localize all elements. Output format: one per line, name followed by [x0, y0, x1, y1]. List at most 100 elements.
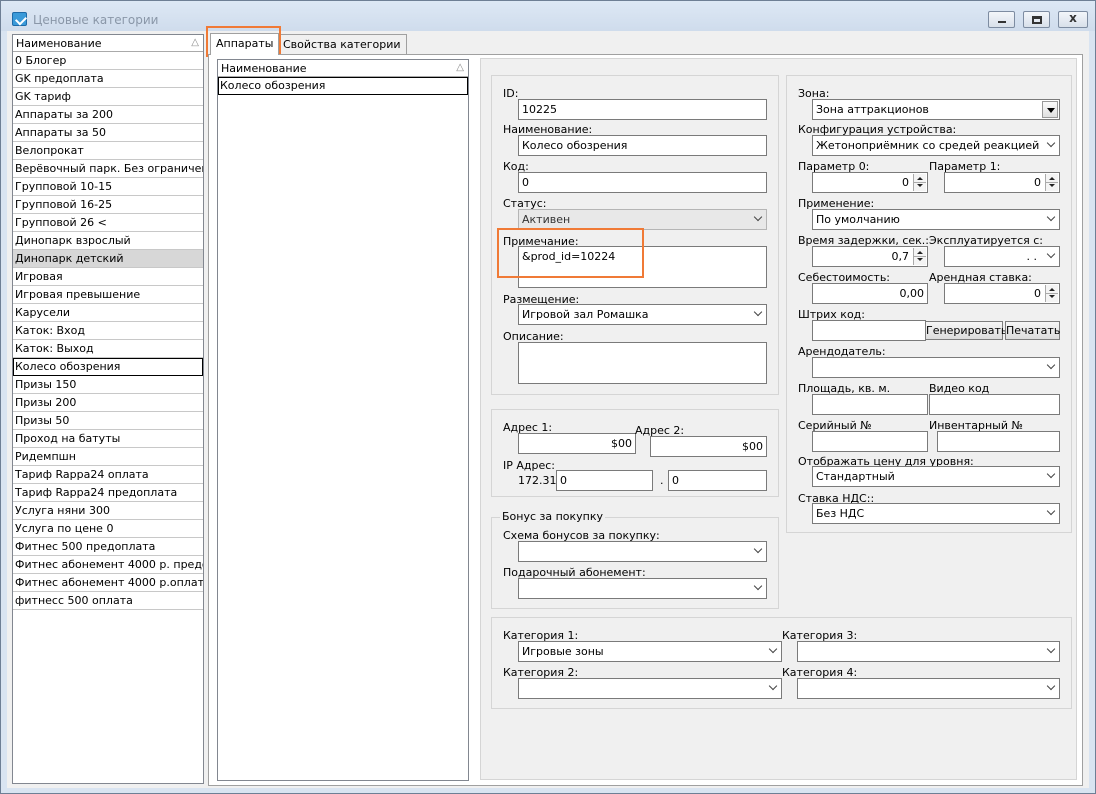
id-field[interactable]: 10225 [518, 99, 767, 120]
list-item[interactable]: Тариф Rappa24 предоплата [13, 484, 203, 502]
list-header[interactable]: Наименование △ [13, 35, 203, 52]
list-item[interactable]: Аппараты за 200 [13, 106, 203, 124]
spin-buttons-icon[interactable] [913, 174, 926, 191]
list-item[interactable]: Динопарк взрослый [13, 232, 203, 250]
description-field[interactable] [518, 342, 767, 384]
param0-value: 0 [902, 176, 909, 189]
minimize-button[interactable] [988, 11, 1015, 28]
list-item[interactable]: Фитнес абонемент 4000 р. предопл. [13, 556, 203, 574]
dropdown-arrow-icon [1042, 101, 1058, 118]
cost-field[interactable]: 0,00 [812, 283, 928, 304]
vat-value: Без НДС [816, 507, 865, 520]
usage-select[interactable]: По умолчанию [812, 209, 1060, 230]
vat-select[interactable]: Без НДС [812, 503, 1060, 524]
price-level-select[interactable]: Стандартный [812, 466, 1060, 487]
ip-part4-field[interactable]: 0 [668, 470, 767, 491]
note-highlight-box [497, 228, 644, 278]
chevron-down-icon [753, 544, 763, 554]
list-item[interactable]: Верёвочный парк. Без ограничения [13, 160, 203, 178]
sort-ascending-icon: △ [191, 37, 199, 48]
list-item[interactable]: GK предоплата [13, 70, 203, 88]
maximize-icon [1032, 16, 1042, 24]
list-item[interactable]: Тариф Rappa24 оплата [13, 466, 203, 484]
generate-button[interactable]: Генерировать [925, 321, 1007, 340]
list-item[interactable]: Призы 200 [13, 394, 203, 412]
list-item[interactable]: GK тариф [13, 88, 203, 106]
chevron-down-icon [1046, 138, 1056, 148]
serial-field[interactable] [812, 431, 928, 452]
list-item[interactable]: Услуга няни 300 [13, 502, 203, 520]
usage-value: По умолчанию [816, 213, 900, 226]
addr2-field[interactable]: $00 [650, 436, 767, 457]
list-item[interactable]: Колесо обозрения [218, 77, 468, 95]
tab-apparaty[interactable]: Аппараты [210, 33, 280, 55]
zone-select[interactable]: Зона аттракционов [812, 99, 1060, 120]
list-item[interactable]: Ридемпшн [13, 448, 203, 466]
maximize-button[interactable] [1023, 11, 1050, 28]
list-item[interactable]: Велопрокат [13, 142, 203, 160]
chevron-down-icon [1046, 506, 1056, 516]
rent-stepper[interactable]: 0 [944, 283, 1060, 304]
param1-value: 0 [1034, 176, 1041, 189]
ip-prefix: 172.31 [518, 474, 557, 487]
print-button[interactable]: Печатать [1005, 321, 1060, 340]
minimize-icon [998, 21, 1006, 23]
list-item[interactable]: Динопарк детский [13, 250, 203, 268]
close-button[interactable]: x [1058, 11, 1088, 28]
list-item[interactable]: Аппараты за 50 [13, 124, 203, 142]
chevron-down-icon [1046, 360, 1056, 370]
list-item[interactable]: Карусели [13, 304, 203, 322]
list-item[interactable]: Призы 150 [13, 376, 203, 394]
chevron-down-icon [753, 307, 763, 317]
gift-sub-select[interactable] [518, 578, 767, 599]
list-item[interactable]: Услуга по цене 0 [13, 520, 203, 538]
param1-stepper[interactable]: 0 [944, 172, 1060, 193]
list-item[interactable]: Колесо обозрения [13, 358, 203, 376]
list-item[interactable]: Каток: Вход [13, 322, 203, 340]
device-list[interactable]: Наименование △ Колесо обозрения [217, 59, 469, 781]
status-select[interactable]: Активен [518, 209, 767, 230]
delay-stepper[interactable]: 0,7 [812, 246, 928, 267]
code-field[interactable]: 0 [518, 172, 767, 193]
list-item[interactable]: Проход на батуты [13, 430, 203, 448]
video-field[interactable] [929, 394, 1060, 415]
exploited-date-picker[interactable]: . . [944, 246, 1060, 267]
app-icon [12, 12, 27, 26]
chevron-down-icon [768, 644, 778, 654]
list-item[interactable]: Групповой 16-25 [13, 196, 203, 214]
price-category-list[interactable]: Наименование △ 0 Блогер GK предоплата GK т… [12, 34, 204, 784]
ip-part3-field[interactable]: 0 [556, 470, 653, 491]
list-item[interactable]: Групповой 26 < [13, 214, 203, 232]
list-header[interactable]: Наименование △ [218, 60, 468, 77]
exploited-value: . . [1026, 250, 1038, 263]
config-select[interactable]: Жетоноприёмник со средей реакцией [812, 135, 1060, 156]
name-field[interactable]: Колесо обозрения [518, 135, 767, 156]
inventory-field[interactable] [937, 431, 1060, 452]
tab-category-properties[interactable]: Свойства категории [277, 34, 407, 54]
list-item[interactable]: Игровая превышение [13, 286, 203, 304]
ip-dot: . [660, 474, 664, 487]
bonus-scheme-select[interactable] [518, 541, 767, 562]
cat1-select[interactable]: Игровые зоны [518, 641, 782, 662]
rent-value: 0 [1034, 287, 1041, 300]
list-item[interactable]: Фитнес 500 предоплата [13, 538, 203, 556]
spin-buttons-icon[interactable] [913, 248, 926, 265]
list-item[interactable]: Призы 50 [13, 412, 203, 430]
barcode-field[interactable] [812, 320, 926, 341]
list-item[interactable]: Каток: Выход [13, 340, 203, 358]
addr1-field[interactable]: $00 [518, 433, 636, 454]
placement-select[interactable]: Игровой зал Ромашка [518, 304, 767, 325]
list-item[interactable]: Групповой 10-15 [13, 178, 203, 196]
landlord-select[interactable] [812, 357, 1060, 378]
param0-stepper[interactable]: 0 [812, 172, 928, 193]
spin-buttons-icon[interactable] [1045, 285, 1058, 302]
cat3-select[interactable] [797, 641, 1060, 662]
list-item[interactable]: 0 Блогер [13, 52, 203, 70]
spin-buttons-icon[interactable] [1045, 174, 1058, 191]
list-item[interactable]: фитнесс 500 оплата [13, 592, 203, 610]
list-item[interactable]: Фитнес абонемент 4000 р.оплата [13, 574, 203, 592]
list-item[interactable]: Игровая [13, 268, 203, 286]
cat2-select[interactable] [518, 678, 782, 699]
area-field[interactable] [812, 394, 928, 415]
cat4-select[interactable] [797, 678, 1060, 699]
